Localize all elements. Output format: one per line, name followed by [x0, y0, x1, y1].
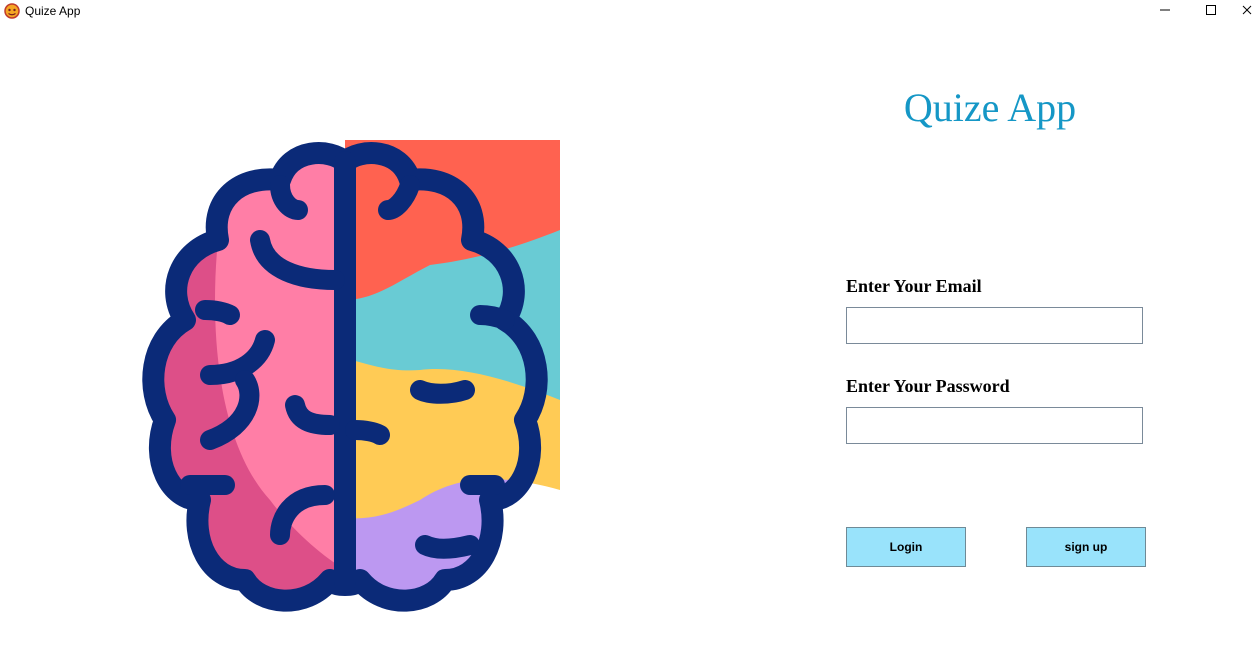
- minimize-button[interactable]: [1150, 0, 1180, 24]
- password-field[interactable]: [846, 407, 1143, 444]
- password-label: Enter Your Password: [846, 376, 1010, 396]
- email-field[interactable]: [846, 307, 1143, 344]
- email-label: Enter Your Email: [846, 276, 982, 296]
- title-bar: Quize App: [0, 0, 1257, 24]
- login-button[interactable]: Login: [846, 527, 966, 567]
- quiz-app-icon: [4, 3, 20, 19]
- brain-icon: [130, 140, 560, 660]
- close-button[interactable]: [1237, 0, 1257, 24]
- maximize-icon: [1205, 3, 1217, 21]
- page-title: Quize App: [903, 85, 1077, 130]
- maximize-button[interactable]: [1196, 0, 1226, 24]
- minimize-icon: [1159, 3, 1171, 21]
- close-icon: [1241, 3, 1253, 21]
- app-window: Quize App Quize App Enter Your Email Ent…: [0, 0, 1257, 660]
- window-title: Quize App: [25, 4, 81, 18]
- signup-button[interactable]: sign up: [1026, 527, 1146, 567]
